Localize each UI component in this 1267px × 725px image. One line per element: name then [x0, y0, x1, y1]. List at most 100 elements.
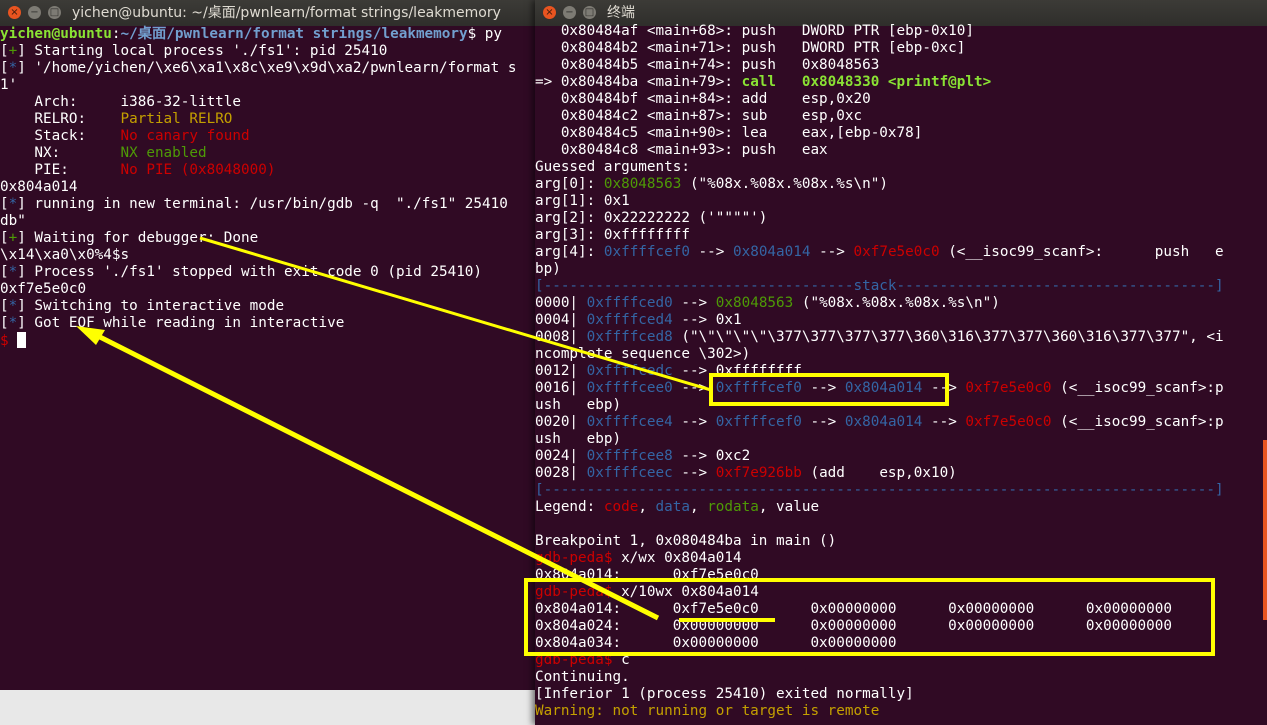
terminal-line: $	[0, 332, 540, 349]
left-titlebar[interactable]: × − □ yichen@ubuntu: ~/桌面/pwnlearn/forma…	[0, 0, 540, 26]
text-segment: 0x804a014	[844, 380, 923, 396]
text-segment: -->	[801, 380, 845, 396]
text-segment: -->	[672, 414, 716, 430]
text-segment: ("%08x.%08x.%08x.%s\n")	[681, 176, 888, 192]
text-segment: bp)	[535, 261, 561, 277]
text-segment: Arch: i386-32-little	[0, 94, 242, 110]
maximize-window-icon[interactable]: □	[583, 6, 596, 19]
text-segment: ] Starting local process './fs1': pid 25…	[17, 43, 388, 59]
text-segment: No canary found	[120, 128, 250, 144]
text-segment: ("\"\"\"\"\377\377\377\377\360\316\377\3…	[672, 329, 1224, 345]
text-segment: arg[0]:	[535, 176, 604, 192]
terminal-line: db"	[0, 213, 540, 230]
text-segment: ] running in new terminal: /usr/bin/gdb …	[17, 196, 508, 212]
terminal-line: [---------------------------------------…	[535, 482, 1267, 499]
text-segment: code	[603, 499, 639, 515]
text-segment: ("%08x.%08x.%08x.%s\n")	[793, 295, 1000, 311]
text-segment: ,	[638, 499, 656, 515]
text-segment: [	[0, 264, 9, 280]
terminal-line: gdb-peda$ c	[535, 652, 1267, 669]
left-terminal-output[interactable]: yichen@ubuntu:~/桌面/pwnlearn/format strin…	[0, 26, 540, 690]
terminal-line: gdb-peda$ x/10wx 0x804a014	[535, 584, 1267, 601]
text-segment: 0xffffced0	[586, 295, 673, 311]
terminal-line: 0004| 0xffffced4 --> 0x1	[535, 312, 1267, 329]
text-segment: 0xffffcef0	[603, 244, 690, 260]
text-segment: 0x804a034: 0x00000000 0x00000000	[535, 635, 897, 651]
text-segment: PIE:	[0, 162, 121, 178]
text-segment: ush ebp)	[535, 397, 622, 413]
text-segment: ] Got EOF while reading in interactive	[17, 315, 345, 331]
text-segment: 0x804a014	[0, 179, 78, 195]
text-segment: gdb-peda$	[535, 652, 622, 668]
text-segment: 0x80484b2 <main+71>: push DWORD PTR [ebp…	[535, 40, 966, 56]
terminal-line: 0x804a014: 0xf7e5e0c0	[535, 567, 1267, 584]
text-segment: *	[8, 196, 18, 212]
text-segment: 0xffffcee8	[586, 448, 673, 464]
text-segment: 0028|	[535, 465, 587, 481]
text-segment: 0x80484bf <main+84>: add esp,0x20	[535, 91, 871, 107]
close-window-icon[interactable]: ×	[8, 6, 21, 19]
terminal-line: [Inferior 1 (process 25410) exited norma…	[535, 686, 1267, 703]
text-segment: arg[2]: 0x22222222 ('""""')	[535, 210, 768, 226]
text-segment: No PIE (0x8048000)	[120, 162, 276, 178]
text-segment: (add esp,0x10)	[801, 465, 957, 481]
text-segment: NX enabled	[120, 145, 207, 161]
terminal-line: arg[0]: 0x8048563 ("%08x.%08x.%08x.%s\n"…	[535, 176, 1267, 193]
text-segment: 0x80484c5 <main+90>: lea eax,[ebp-0x78]	[535, 125, 923, 141]
text-segment: RELRO:	[0, 111, 121, 127]
text-segment: +	[8, 43, 18, 59]
terminal-line: 0x80484af <main+68>: push DWORD PTR [ebp…	[535, 23, 1267, 40]
terminal-line: 0x80484c5 <main+90>: lea eax,[ebp-0x78]	[535, 125, 1267, 142]
terminal-window-left[interactable]: × − □ yichen@ubuntu: ~/桌面/pwnlearn/forma…	[0, 0, 540, 690]
close-window-icon[interactable]: ×	[543, 6, 556, 19]
text-segment: [---------------------------------------…	[535, 482, 1224, 498]
text-segment: [	[0, 298, 9, 314]
terminal-line: bp)	[535, 261, 1267, 278]
text-segment: -->	[672, 295, 716, 311]
text-segment: :	[111, 26, 121, 42]
text-segment: ] '/home/yichen/\xe6\xa1\x8c\xe9\x9d\xa2…	[17, 60, 517, 76]
terminal-line: 0x80484c8 <main+93>: push eax	[535, 142, 1267, 159]
text-segment: ] Waiting for debugger: Done	[17, 230, 259, 246]
text-segment: 0016|	[535, 380, 587, 396]
terminal-line: RELRO: Partial RELRO	[0, 111, 540, 128]
terminal-line: 0x80484b5 <main+74>: push 0x8048563	[535, 57, 1267, 74]
text-segment: Stack:	[0, 128, 121, 144]
text-segment: 0x8048563	[715, 295, 794, 311]
terminal-line: 0000| 0xffffced0 --> 0x8048563 ("%08x.%0…	[535, 295, 1267, 312]
text-segment: --> 0x1	[672, 312, 742, 328]
terminal-window-right[interactable]: × − □ 终端 0x80484af <main+68>: push DWORD…	[535, 0, 1267, 725]
text-segment: 0x80484af <main+68>: push DWORD PTR [ebp…	[535, 23, 974, 39]
text-segment: *	[8, 315, 18, 331]
text-segment: 0020|	[535, 414, 587, 430]
text-segment: $	[0, 333, 18, 349]
terminal-line: [*] Switching to interactive mode	[0, 298, 540, 315]
maximize-window-icon[interactable]: □	[48, 6, 61, 19]
text-segment: -->	[672, 465, 716, 481]
terminal-line: Warning: not running or target is remote	[535, 703, 1267, 720]
text-segment: yichen@ubuntu	[0, 26, 112, 42]
terminal-line: => 0x80484ba <main+79>: call 0x8048330 <…	[535, 74, 1267, 91]
text-segment: \x14\xa0\x0%4$s	[0, 247, 130, 263]
terminal-line: NX: NX enabled	[0, 145, 540, 162]
text-segment: (<__isoc99_scanf>:p	[1051, 414, 1224, 430]
terminal-line: 1'	[0, 77, 540, 94]
terminal-line: 0x804a024: 0x00000000 0x00000000 0x00000…	[535, 618, 1267, 635]
text-segment: 0xf7e926bb	[715, 465, 802, 481]
text-segment: 0004|	[535, 312, 587, 328]
text-segment: ncomplete sequence \302>)	[535, 346, 751, 362]
terminal-line: 0024| 0xffffcee8 --> 0xc2	[535, 448, 1267, 465]
terminal-line: gdb-peda$ x/wx 0x804a014	[535, 550, 1267, 567]
text-segment: -->	[922, 414, 966, 430]
scrollbar[interactable]	[1263, 440, 1267, 620]
text-segment: [	[0, 43, 9, 59]
right-terminal-output[interactable]: 0x80484af <main+68>: push DWORD PTR [ebp…	[535, 23, 1267, 725]
minimize-window-icon[interactable]: −	[28, 6, 41, 19]
text-segment: (<__isoc99_scanf>:p	[1051, 380, 1224, 396]
text-segment: 0xf7e5e0c0	[0, 281, 87, 297]
text-segment: ush ebp)	[535, 431, 622, 447]
minimize-window-icon[interactable]: −	[563, 6, 576, 19]
terminal-line: 0x804a014: 0xf7e5e0c0 0x00000000 0x00000…	[535, 601, 1267, 618]
text-segment: 0xffffcef0	[715, 380, 802, 396]
